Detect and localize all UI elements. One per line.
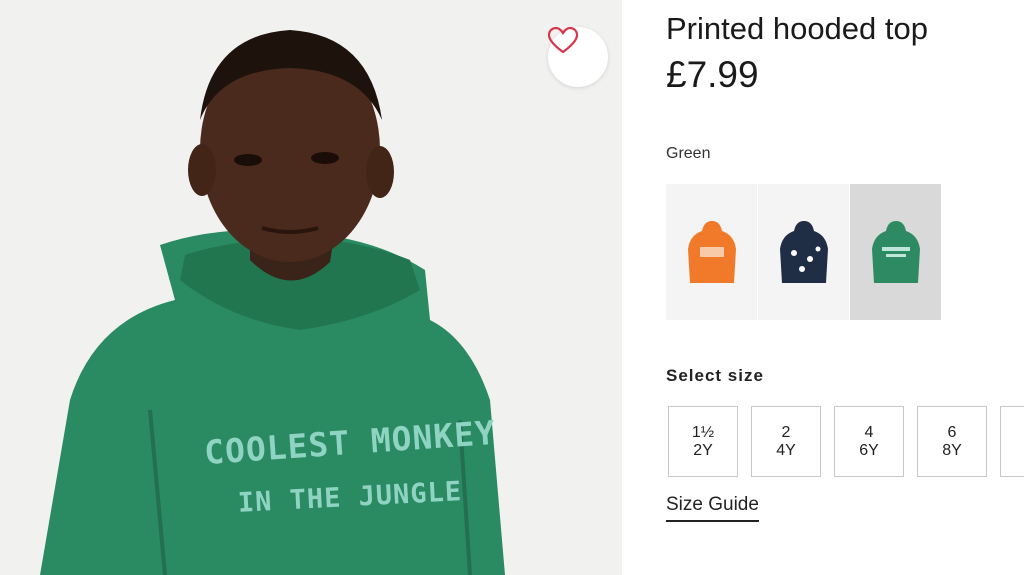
product-photo: COOLEST MONKEY IN THE JUNGLE	[0, 0, 622, 575]
size-options: 1½ 2Y 2 4Y 4 6Y 6 8Y 1 1	[668, 406, 1024, 477]
size-age-top: 2	[781, 423, 791, 441]
size-age-top: 4	[864, 423, 874, 441]
product-title: Printed hooded top	[666, 11, 928, 46]
product-details: Printed hooded top £7.99 Green Select si…	[666, 0, 1024, 575]
hoodie-orange-icon	[687, 221, 736, 283]
size-guide-link[interactable]: Size Guide	[666, 494, 759, 522]
heart-icon	[548, 27, 578, 54]
color-swatches	[666, 184, 941, 320]
size-age-bottom: 6Y	[859, 441, 879, 459]
hoodie-navy-icon	[779, 221, 828, 283]
size-age-top: 6	[947, 423, 957, 441]
swatch-navy[interactable]	[758, 184, 849, 320]
size-option[interactable]: 1½ 2Y	[668, 406, 738, 477]
size-option[interactable]: 6 8Y	[917, 406, 987, 477]
size-age-top: 1½	[691, 423, 715, 441]
size-age-bottom: 2Y	[693, 441, 713, 459]
favorite-button[interactable]	[548, 27, 608, 87]
size-age-bottom: 4Y	[776, 441, 796, 459]
product-price: £7.99	[666, 54, 759, 95]
size-option[interactable]: 4 6Y	[834, 406, 904, 477]
size-option[interactable]: 2 4Y	[751, 406, 821, 477]
size-option[interactable]: 1 1	[1000, 406, 1024, 477]
swatch-green[interactable]	[850, 184, 941, 320]
select-size-label: Select size	[666, 366, 764, 385]
swatch-orange[interactable]	[666, 184, 757, 320]
hoodie-green-icon	[871, 221, 920, 283]
selected-color-label: Green	[666, 145, 711, 162]
size-age-bottom: 8Y	[942, 441, 962, 459]
